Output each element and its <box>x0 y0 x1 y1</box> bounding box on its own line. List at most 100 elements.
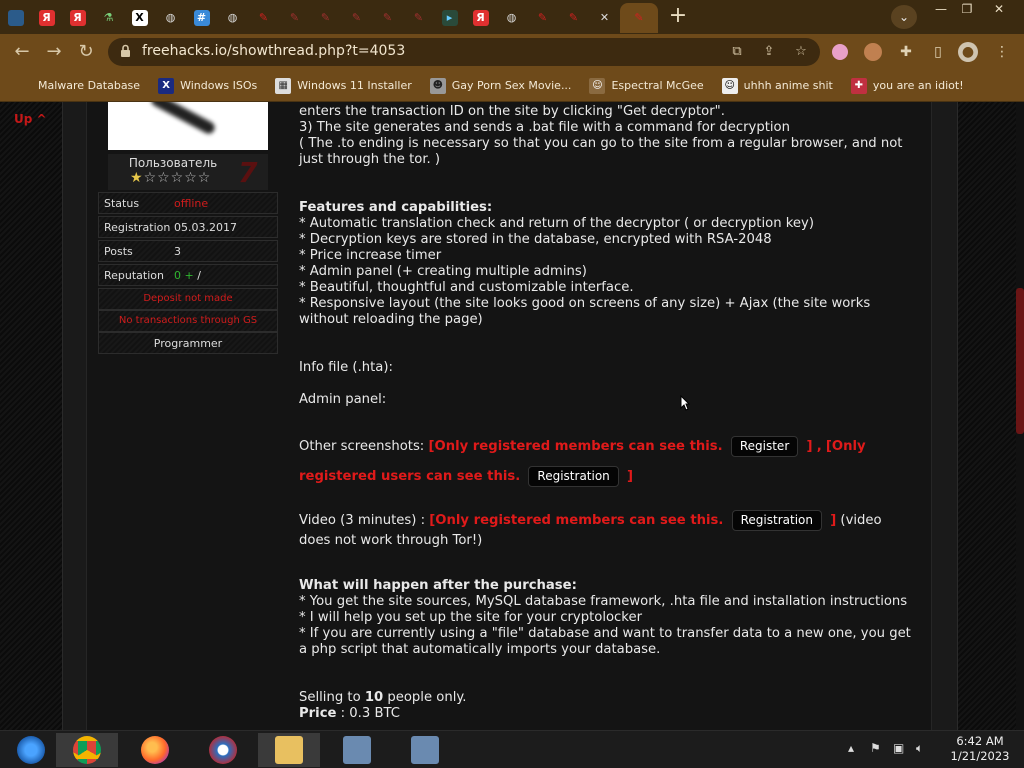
transactions-row: No transactions through GS <box>98 310 278 332</box>
forward-button[interactable]: → <box>42 40 66 64</box>
restore-button[interactable]: ❐ <box>956 0 978 18</box>
puzzle-icon[interactable]: ✚ <box>896 42 916 62</box>
feather-icon: ✎ <box>568 11 579 24</box>
close-icon[interactable]: ✕ <box>597 10 613 26</box>
minimize-button[interactable]: — <box>930 0 952 18</box>
close-window-button[interactable]: ✕ <box>988 0 1010 18</box>
bookmark-gay-porn-sex-movie[interactable]: ☻ Gay Porn Sex Movie... <box>429 77 572 94</box>
bookmark-you-are-an-idiot[interactable]: ✚ you are an idiot! <box>850 77 964 94</box>
feature-item: * Price increase timer <box>299 248 442 263</box>
tab-search-button[interactable]: ⌄ <box>891 5 917 29</box>
tab[interactable]: ⚗ <box>93 3 124 33</box>
tab[interactable]: Я <box>62 3 93 33</box>
tab[interactable]: # <box>186 3 217 33</box>
tab[interactable]: ✎ <box>527 3 558 33</box>
menu-kebab-icon[interactable]: ⋮ <box>992 42 1012 62</box>
tab-strip: Я Я ⚗ X ◍ # ◍ ✎ ✎ ✎ ✎ ✎ ✎ ▸ Я ◍ ✎ ✎ ✕ ✎ … <box>0 0 1024 34</box>
tab[interactable]: ✎ <box>310 3 341 33</box>
profile-icon[interactable]: ● <box>958 42 978 62</box>
side-panel-icon[interactable]: ▯ <box>928 42 948 62</box>
post-line: 3) The site generates and sends a .bat f… <box>299 120 790 135</box>
registration-row: Registration 05.03.2017 <box>98 216 278 238</box>
user-panel: Пользователь ★☆☆☆☆☆ 7 Status offline Reg… <box>98 102 278 730</box>
action-center-flag-icon[interactable]: ⚑ <box>870 741 881 755</box>
windows-taskbar: ▴ ⚑ ▣ 🔈︎ 6:42 AM 1/21/2023 <box>0 730 1024 768</box>
taskbar-installer[interactable] <box>326 733 388 767</box>
reload-button[interactable]: ↻ <box>74 40 98 64</box>
volume-icon[interactable]: 🔈︎ <box>916 741 923 756</box>
feather-icon: ✎ <box>289 11 300 24</box>
registration-button[interactable]: Registration <box>528 466 619 487</box>
yandex-icon: Я <box>38 10 55 26</box>
extension-avatar-icon[interactable] <box>864 43 882 61</box>
browser-toolbar: ← → ↻ freehacks.io/showthread.php?t=4053… <box>0 34 1024 70</box>
taskbar-installer[interactable] <box>394 733 456 767</box>
registration-button[interactable]: Registration <box>731 510 822 531</box>
translate-icon[interactable]: ⧉ <box>728 43 746 61</box>
info-value: 0 + / <box>174 269 201 282</box>
share-icon[interactable]: ⇪ <box>760 43 778 61</box>
feature-item: * Automatic translation check and return… <box>299 216 814 231</box>
start-button[interactable] <box>0 733 62 767</box>
bookmark-label: Gay Porn Sex Movie... <box>451 79 572 92</box>
bookmark-star-icon[interactable]: ☆ <box>792 43 810 61</box>
bookmark-windows-11-installer[interactable]: ▦ Windows 11 Installer <box>275 77 412 94</box>
system-clock[interactable]: 6:42 AM 1/21/2023 <box>940 734 1020 764</box>
bookmark-windows-isos[interactable]: X Windows ISOs <box>158 77 258 94</box>
bookmark-malware-database[interactable]: Malware Database <box>16 77 140 94</box>
new-tab-button[interactable]: + <box>664 3 692 31</box>
selling-post: people only. <box>383 690 467 705</box>
tab[interactable]: ✎ <box>248 3 279 33</box>
extension-icon[interactable] <box>832 44 848 60</box>
taskbar-firefox[interactable] <box>124 733 186 767</box>
bookmark-anime[interactable]: ☺ uhhh anime shit <box>721 77 833 94</box>
register-button[interactable]: Register <box>730 436 799 457</box>
folder-icon <box>275 736 303 764</box>
taskbar-chrome[interactable] <box>56 733 118 767</box>
tab[interactable]: ✎ <box>279 3 310 33</box>
web-page: Up ^ Пользователь ★☆☆☆☆☆ 7 Status offlin… <box>0 102 1024 730</box>
tab[interactable] <box>0 3 31 33</box>
tab[interactable]: ◍ <box>155 3 186 33</box>
bookmark-label: Windows 11 Installer <box>297 79 412 92</box>
tray-expand-icon[interactable]: ▴ <box>848 741 854 755</box>
after-item: * I will help you set up the site for yo… <box>299 610 643 625</box>
tab[interactable]: ◍ <box>217 3 248 33</box>
tab[interactable]: ✎ <box>372 3 403 33</box>
scroll-up-button[interactable]: Up ^ <box>14 112 47 126</box>
taskbar-app[interactable] <box>192 733 254 767</box>
url-text: freehacks.io/showthread.php?t=4053 <box>142 43 406 59</box>
selling-count: 10 <box>364 690 384 705</box>
status-row: Status offline <box>98 192 278 214</box>
app-icon <box>209 736 237 764</box>
bookmark-espectral-mcgee[interactable]: ☺ Espectral McGee <box>589 77 704 94</box>
feather-icon: ✎ <box>537 11 548 24</box>
tab-close[interactable]: ✕ <box>589 3 620 33</box>
taskbar-explorer[interactable] <box>258 733 320 767</box>
address-bar[interactable]: freehacks.io/showthread.php?t=4053 ⧉ ⇪ ☆ <box>108 38 820 66</box>
tab[interactable]: ✎ <box>558 3 589 33</box>
character-icon: ☻ <box>429 77 446 94</box>
price-label: Price <box>299 706 337 721</box>
tab-active[interactable]: ✎ <box>620 3 658 33</box>
bookmark-label: Windows ISOs <box>180 79 258 92</box>
tab[interactable]: ◍ <box>496 3 527 33</box>
tab[interactable]: Я <box>465 3 496 33</box>
back-button[interactable]: ← <box>10 40 34 64</box>
info-value: 3 <box>174 245 181 258</box>
scrollbar-thumb[interactable] <box>1016 288 1024 434</box>
feather-icon: ✎ <box>634 11 644 24</box>
tab[interactable]: ▸ <box>434 3 465 33</box>
tab[interactable]: X <box>124 3 155 33</box>
tab[interactable]: ✎ <box>403 3 434 33</box>
bookmark-label: Espectral McGee <box>611 79 704 92</box>
network-icon[interactable]: ▣ <box>893 741 904 755</box>
tab[interactable]: ✎ <box>341 3 372 33</box>
site-logo-icon: 7 <box>238 156 258 189</box>
user-rank-box: Пользователь ★☆☆☆☆☆ 7 <box>108 154 268 190</box>
feather-icon: ✎ <box>351 11 362 24</box>
tab[interactable]: Я <box>31 3 62 33</box>
grid-icon: # <box>193 10 210 26</box>
info-key: Reputation <box>104 269 164 282</box>
feature-item: * Decryption keys are stored in the data… <box>299 232 772 247</box>
